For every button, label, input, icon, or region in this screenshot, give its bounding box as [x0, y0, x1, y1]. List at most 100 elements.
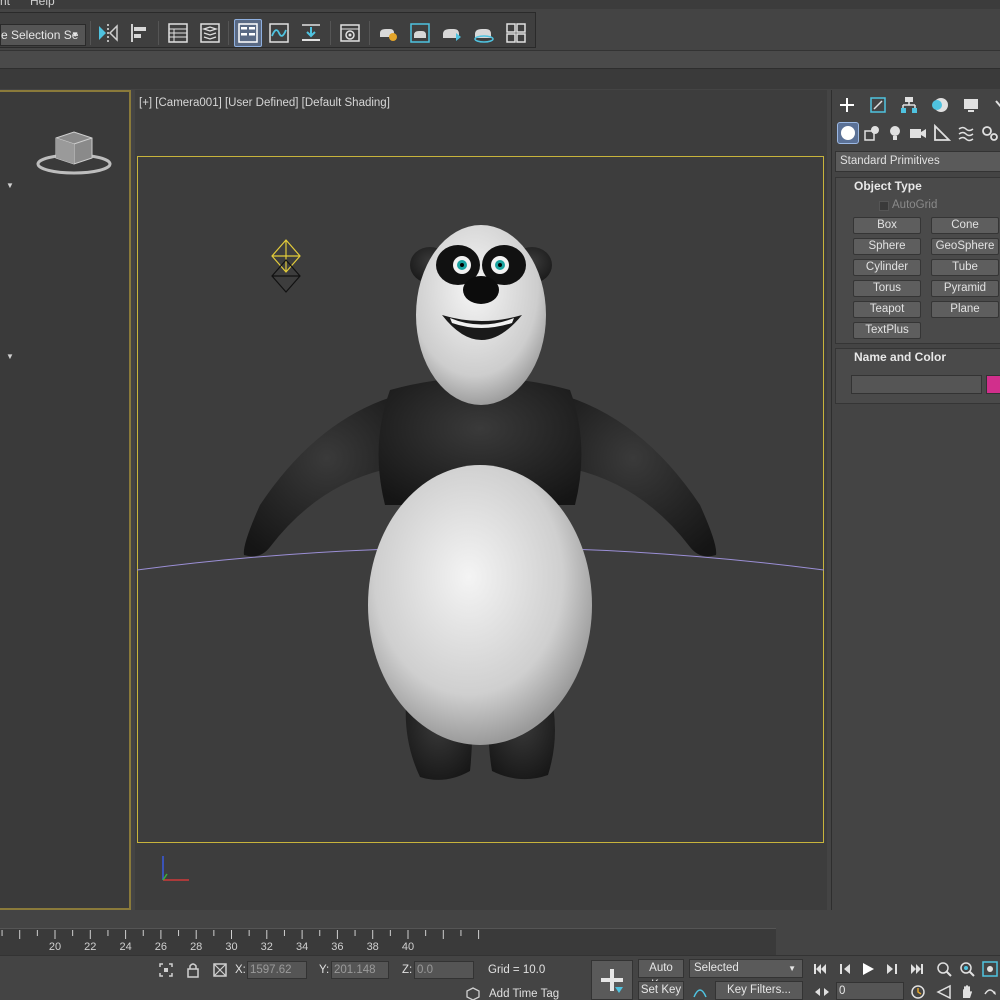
zoom-all-icon — [960, 962, 975, 977]
collapse-triangle-icon[interactable]: ▼ — [6, 181, 14, 190]
toolbar-divider — [228, 21, 229, 45]
previous-frame-icon — [840, 964, 850, 974]
cone-button[interactable]: Cone — [931, 217, 999, 234]
previous-frame-button[interactable] — [836, 960, 854, 978]
teapot-button[interactable]: Teapot — [853, 301, 921, 318]
side-viewport[interactable] — [0, 90, 131, 910]
zoom-all-button[interactable] — [958, 960, 976, 978]
toolbar-divider — [369, 21, 370, 45]
align-button[interactable] — [125, 19, 153, 47]
cylinder-button[interactable]: Cylinder — [853, 259, 921, 276]
menu-item[interactable]: nt — [0, 0, 10, 8]
autogrid-checkbox[interactable] — [879, 201, 889, 211]
key-mode-icon — [815, 988, 829, 996]
schematic-view-button[interactable] — [297, 19, 325, 47]
timeline-tick-label: 40 — [401, 941, 415, 953]
align-icon — [131, 24, 146, 42]
shapes-icon — [864, 126, 879, 141]
play-button[interactable] — [859, 960, 877, 978]
default-tangent-button[interactable] — [691, 982, 709, 1000]
toggle-ribbon-button[interactable] — [234, 19, 262, 47]
box-button[interactable]: Box — [853, 217, 921, 234]
object-color-swatch[interactable] — [986, 375, 1000, 394]
hierarchy-icon — [901, 97, 917, 113]
object-type-title[interactable]: Object Type — [854, 179, 922, 193]
zoom-button[interactable] — [935, 960, 953, 978]
timeline-tick-label: 28 — [190, 941, 203, 953]
x-coord-field[interactable]: 1597.62 — [247, 961, 307, 979]
zoom-extents-button[interactable] — [981, 960, 999, 978]
layer-explorer-button[interactable] — [196, 19, 224, 47]
shapes-subtab[interactable] — [861, 122, 883, 144]
create-tab[interactable] — [833, 93, 861, 117]
z-coord-label: Z: — [402, 964, 413, 976]
scene-explorer-button[interactable] — [164, 19, 192, 47]
helpers-subtab[interactable] — [931, 122, 953, 144]
rendered-frame-icon — [410, 23, 430, 43]
render-setup-button[interactable] — [374, 19, 402, 47]
collapse-triangle-icon[interactable]: ▼ — [6, 352, 14, 361]
primitive-category-dropdown[interactable]: Standard Primitives — [835, 151, 1000, 172]
key-mode-toggle[interactable] — [813, 983, 831, 1000]
selection-lock-button[interactable] — [184, 961, 202, 979]
systems-subtab[interactable] — [979, 122, 1000, 144]
textplus-button[interactable]: TextPlus — [853, 322, 921, 339]
key-set-dropdown[interactable]: Selected ▼ — [689, 959, 803, 978]
set-keys-button[interactable] — [591, 960, 633, 1000]
menu-item-help[interactable]: Help — [30, 0, 55, 8]
motion-tab[interactable] — [926, 93, 954, 117]
cameras-subtab[interactable] — [907, 122, 929, 144]
key-filters-button[interactable]: Key Filters... — [715, 981, 803, 1000]
mirror-button[interactable] — [94, 19, 122, 47]
pyramid-button[interactable]: Pyramid — [931, 280, 999, 297]
torus-button[interactable]: Torus — [853, 280, 921, 297]
key-plus-icon — [601, 969, 623, 993]
timeline-ticks — [1, 930, 480, 939]
field-of-view-icon — [936, 984, 951, 1000]
time-configuration-button[interactable] — [909, 983, 927, 1000]
render-button[interactable] — [438, 19, 466, 47]
material-editor-button[interactable] — [336, 19, 364, 47]
add-time-tag-button[interactable]: Add Time Tag — [489, 988, 559, 1000]
sphere-button[interactable]: Sphere — [853, 238, 921, 255]
pan-button[interactable] — [958, 983, 976, 1000]
go-to-end-icon — [911, 964, 923, 974]
go-to-end-button[interactable] — [908, 960, 926, 978]
set-key-button[interactable]: Set Key — [638, 981, 684, 1000]
viewport-label[interactable]: [+] [Camera001] [User Defined] [Default … — [139, 97, 390, 109]
field-of-view-button[interactable] — [935, 983, 953, 1000]
named-selection-set-dropdown[interactable]: e Selection Se ▼ — [0, 24, 86, 46]
space-warps-subtab[interactable] — [955, 122, 977, 144]
menu-bar: nt Help — [0, 0, 1000, 9]
timeline-tick-label: 22 — [84, 941, 97, 953]
curve-editor-button[interactable] — [265, 19, 293, 47]
viewcube-icon[interactable] — [34, 128, 114, 178]
geosphere-button[interactable]: GeoSphere — [931, 238, 999, 255]
absolute-mode-button[interactable] — [211, 961, 229, 979]
panda-model[interactable] — [230, 215, 730, 790]
utilities-tab[interactable] — [988, 93, 1000, 117]
name-and-color-title[interactable]: Name and Color — [854, 350, 946, 364]
render-gallery-button[interactable] — [502, 19, 530, 47]
rendered-frame-button[interactable] — [406, 19, 434, 47]
current-frame-field[interactable]: 0 — [836, 982, 904, 1000]
helpers-icon — [934, 124, 951, 141]
object-name-field[interactable] — [851, 375, 982, 394]
geometry-subtab[interactable] — [837, 122, 859, 144]
go-to-start-button[interactable] — [811, 960, 829, 978]
display-tab[interactable] — [957, 93, 985, 117]
plane-button[interactable]: Plane — [931, 301, 999, 318]
auto-key-button[interactable]: Auto Key — [638, 959, 684, 991]
modify-tab[interactable] — [864, 93, 892, 117]
orbit-button[interactable] — [981, 983, 999, 1000]
curve-editor-icon — [269, 23, 289, 43]
render-iterative-button[interactable] — [470, 19, 498, 47]
next-frame-button[interactable] — [883, 960, 901, 978]
hierarchy-tab[interactable] — [895, 93, 923, 117]
isolate-selection-button[interactable] — [157, 961, 175, 979]
y-coord-field[interactable]: 201.148 — [331, 961, 389, 979]
tube-button[interactable]: Tube — [931, 259, 999, 276]
z-coord-field[interactable]: 0.0 — [414, 961, 474, 979]
lights-icon — [890, 126, 900, 140]
lights-subtab[interactable] — [884, 122, 906, 144]
